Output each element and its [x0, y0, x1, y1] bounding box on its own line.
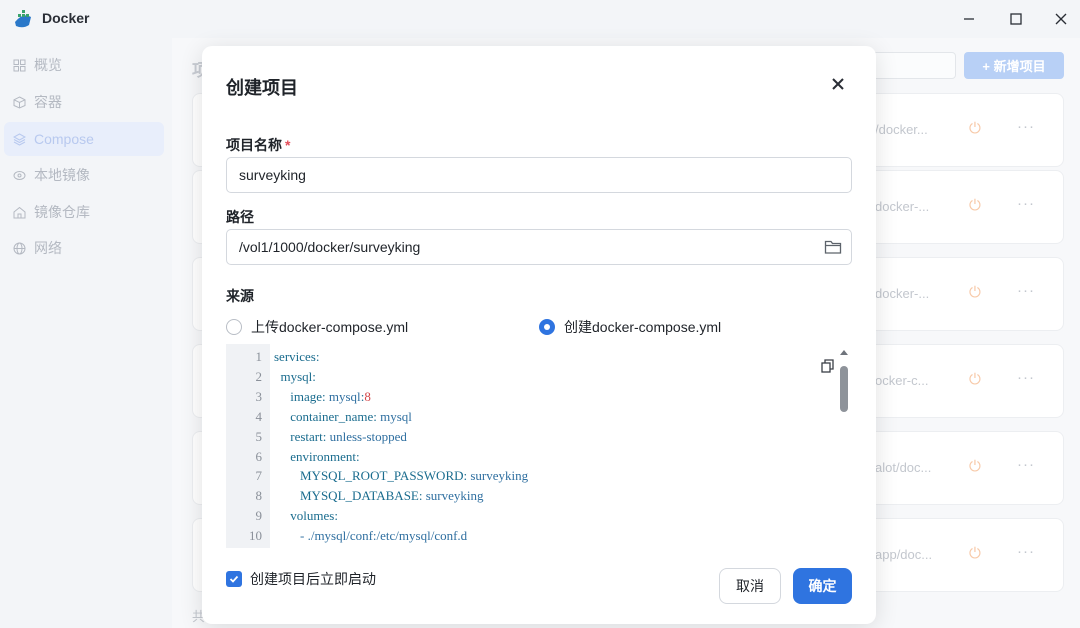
- close-icon: [1055, 13, 1067, 25]
- more-icon[interactable]: ···: [1017, 543, 1035, 560]
- minimize-button[interactable]: [956, 6, 982, 32]
- radio-button-selected[interactable]: [539, 319, 555, 335]
- sidebar-item-local-images[interactable]: 本地镜像: [4, 158, 164, 192]
- disc-icon: [12, 168, 26, 182]
- scroll-up-arrow-icon[interactable]: [840, 350, 848, 355]
- close-window-button[interactable]: [1048, 6, 1074, 32]
- code-text: volumes:: [274, 506, 338, 526]
- search-input[interactable]: [872, 52, 956, 79]
- power-icon[interactable]: ⏻: [969, 371, 981, 388]
- power-icon[interactable]: ⏻: [969, 545, 981, 562]
- scrollbar-thumb[interactable]: [840, 366, 848, 412]
- new-project-button[interactable]: + 新增项目: [964, 52, 1064, 79]
- source-label: 来源: [226, 286, 254, 306]
- sidebar-item-label: 概览: [34, 55, 62, 75]
- code-text: mysql:: [274, 367, 316, 387]
- project-path: ocker-c...: [875, 373, 928, 388]
- autostart-checkbox[interactable]: 创建项目后立即启动: [226, 569, 376, 589]
- power-icon[interactable]: ⏻: [969, 120, 981, 137]
- docker-logo-icon: [12, 8, 34, 30]
- code-text: MYSQL_DATABASE: surveyking: [274, 486, 484, 506]
- path-label: 路径: [226, 207, 254, 227]
- sidebar-item-label: Compose: [34, 131, 94, 147]
- app-title: Docker: [42, 10, 89, 26]
- project-path: app/doc...: [875, 547, 932, 562]
- checkbox-checked-icon[interactable]: [226, 571, 242, 587]
- sidebar: 概览 容器 Compose 本地镜像 镜像仓库 网络: [0, 38, 172, 628]
- sidebar-item-containers[interactable]: 容器: [4, 85, 164, 119]
- power-icon[interactable]: ⏻: [969, 458, 981, 475]
- more-icon[interactable]: ···: [1017, 195, 1035, 212]
- create-project-dialog: 创建项目 项目名称* surveyking 路径 /vol1/1000/dock…: [202, 46, 876, 624]
- line-number: 7: [226, 466, 262, 486]
- folder-icon[interactable]: [824, 238, 842, 256]
- line-number: 1: [226, 347, 262, 367]
- path-input[interactable]: /vol1/1000/docker/surveyking: [226, 229, 852, 265]
- sidebar-item-label: 镜像仓库: [34, 202, 90, 222]
- project-path: docker-...: [875, 286, 929, 301]
- confirm-button[interactable]: 确定: [793, 568, 852, 604]
- project-path: alot/doc...: [875, 460, 931, 475]
- line-number: 9: [226, 506, 262, 526]
- sidebar-item-compose[interactable]: Compose: [4, 122, 164, 156]
- cancel-button[interactable]: 取消: [719, 568, 781, 604]
- sidebar-item-registry[interactable]: 镜像仓库: [4, 195, 164, 229]
- code-text: - ./mysql/conf:/etc/mysql/conf.d: [274, 526, 467, 546]
- more-icon[interactable]: ···: [1017, 282, 1035, 299]
- sidebar-item-network[interactable]: 网络: [4, 231, 164, 265]
- project-name-input[interactable]: surveyking: [226, 157, 852, 193]
- layers-icon: [12, 132, 26, 146]
- minimize-icon: [963, 13, 975, 25]
- code-text: container_name: mysql: [274, 407, 412, 427]
- code-text: environment:: [274, 447, 360, 467]
- title-bar: Docker: [0, 0, 1080, 38]
- code-text: restart: unless-stopped: [274, 427, 407, 447]
- line-number: 3: [226, 387, 262, 407]
- line-number: 8: [226, 486, 262, 506]
- more-icon[interactable]: ···: [1017, 456, 1035, 473]
- maximize-button[interactable]: [1003, 6, 1029, 32]
- sidebar-item-label: 网络: [34, 238, 62, 258]
- more-icon[interactable]: ···: [1017, 118, 1035, 135]
- code-text: MYSQL_ROOT_PASSWORD: surveyking: [274, 466, 528, 486]
- power-icon[interactable]: ⏻: [969, 284, 981, 301]
- dialog-title: 创建项目: [226, 74, 298, 100]
- sidebar-item-label: 本地镜像: [34, 165, 90, 185]
- sidebar-item-label: 容器: [34, 92, 62, 112]
- dialog-close-button[interactable]: [828, 74, 848, 94]
- radio-button[interactable]: [226, 319, 242, 335]
- grid-icon: [12, 58, 26, 72]
- line-number: 5: [226, 427, 262, 447]
- home-icon: [12, 205, 26, 219]
- globe-icon: [12, 241, 26, 255]
- copy-icon[interactable]: [820, 358, 836, 374]
- line-number: 2: [226, 367, 262, 387]
- code-text: image: mysql:8: [274, 387, 371, 407]
- power-icon[interactable]: ⏻: [969, 197, 981, 214]
- line-number: 6: [226, 447, 262, 467]
- cube-icon: [12, 95, 26, 109]
- more-icon[interactable]: ···: [1017, 369, 1035, 386]
- required-mark: *: [285, 137, 290, 153]
- radio-create-compose[interactable]: 创建docker-compose.yml: [539, 317, 721, 337]
- line-number: 10: [226, 526, 262, 546]
- project-path: /docker...: [875, 122, 928, 137]
- radio-upload-compose[interactable]: 上传docker-compose.yml: [226, 317, 408, 337]
- maximize-icon: [1010, 13, 1022, 25]
- close-icon: [831, 77, 845, 91]
- project-path: docker-...: [875, 199, 929, 214]
- code-text: services:: [274, 347, 320, 367]
- sidebar-item-overview[interactable]: 概览: [4, 48, 164, 82]
- compose-code-editor[interactable]: 1 services: 2 mysql: 3 image: mysql:8 4 cont…: [226, 344, 852, 548]
- project-name-label: 项目名称*: [226, 135, 290, 155]
- line-number: 4: [226, 407, 262, 427]
